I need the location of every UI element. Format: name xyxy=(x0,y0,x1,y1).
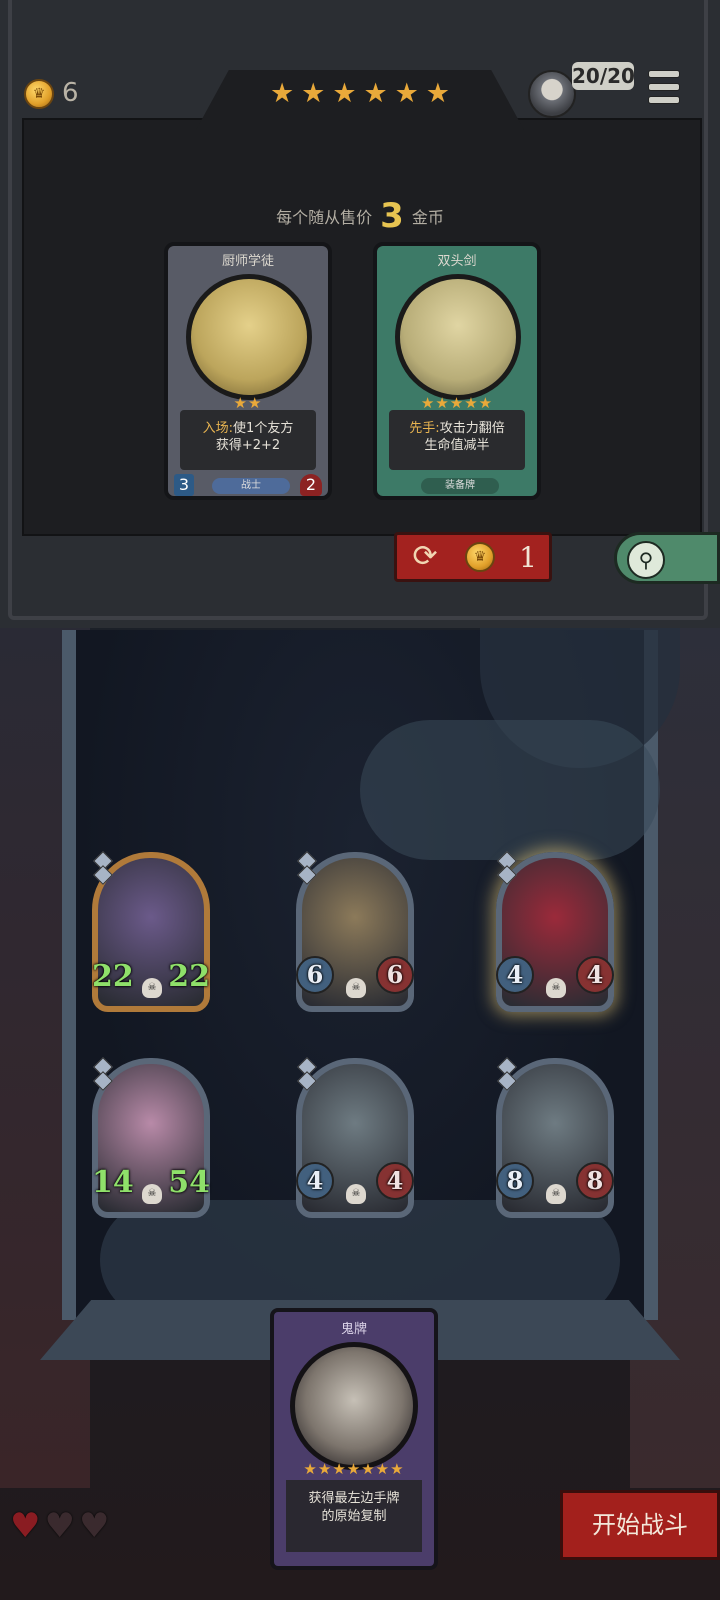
card-art xyxy=(186,274,312,400)
player-avatar[interactable] xyxy=(528,70,576,118)
card-stars: ★★★★★★★ xyxy=(303,1460,405,1478)
sale-suffix: 金币 xyxy=(411,208,444,227)
minion-health: 8 xyxy=(576,1162,614,1200)
card-text-line2: 的原始复制 xyxy=(321,1509,387,1524)
star-icon: ★ xyxy=(332,78,357,109)
minion-health: 4 xyxy=(376,1162,414,1200)
star-icon: ★ xyxy=(425,78,450,109)
minion-health: 6 xyxy=(376,956,414,994)
shop-card-chef-apprentice[interactable]: 厨师学徒 ★★ 入场:使1个友方 获得+2+2 3 战士 2 xyxy=(164,242,332,500)
refresh-cost: 1 xyxy=(519,540,537,574)
star-icon: ★ xyxy=(270,78,295,109)
sale-price: 3 xyxy=(380,196,404,236)
shop-card-double-sword[interactable]: 双头剑 ★★★★★ 先手:攻击力翻倍 生命值减半 装备牌 xyxy=(373,242,541,500)
board-minion[interactable]: ☠ 8 8 xyxy=(496,1057,614,1218)
heart-icon: ♥ xyxy=(78,1506,110,1546)
skull-icon: ☠ xyxy=(142,978,162,998)
minion-attack: 4 xyxy=(496,956,534,994)
turn-counter: 20/20 xyxy=(572,62,635,90)
minion-attack: 4 xyxy=(296,1162,334,1200)
cloud-decoration xyxy=(360,720,660,860)
board-minion[interactable]: ☠ 14 54 xyxy=(92,1057,210,1218)
minion-attack: 22 xyxy=(92,959,134,994)
gold-coin-icon: ♛ xyxy=(465,542,496,572)
tavern-tier-stars: ★ ★ ★ ★ ★ ★ xyxy=(270,78,450,110)
card-text-line1: 获得最左边手牌 xyxy=(308,1491,400,1506)
heart-icon: ♥ xyxy=(44,1506,75,1546)
hand-card-joker[interactable]: 鬼牌 ★★★★★★★ 获得最左边手牌 的原始复制 xyxy=(270,1308,438,1570)
board-minion[interactable]: ☠ 22 22 xyxy=(92,851,210,1012)
skull-icon: ☠ xyxy=(546,1184,566,1204)
gold-coin-icon: ♛ xyxy=(24,79,54,109)
card-text-line2: 获得+2+2 xyxy=(215,438,281,453)
star-icon: ★ xyxy=(301,78,326,109)
card-text-line2: 生命值减半 xyxy=(424,438,490,453)
card-type: 战士 xyxy=(212,478,290,494)
card-text-line1: 攻击力翻倍 xyxy=(439,421,505,436)
skull-icon: ☠ xyxy=(346,1184,366,1204)
card-attack: 3 xyxy=(174,474,194,496)
card-art xyxy=(395,274,521,400)
card-name: 厨师学徒 xyxy=(221,254,274,269)
sale-prefix: 每个随从售价 xyxy=(276,208,373,227)
minion-health: 54 xyxy=(168,1165,210,1200)
board-minion[interactable]: ☠ 4 4 xyxy=(296,1057,414,1218)
star-icon: ★ xyxy=(394,78,419,109)
card-description: 先手:攻击力翻倍 生命值减半 xyxy=(389,410,525,470)
minion-attack: 6 xyxy=(296,956,334,994)
card-art xyxy=(290,1342,418,1470)
start-battle-button[interactable]: 开始战斗 xyxy=(560,1490,720,1560)
heart-icon: ♥ xyxy=(10,1506,41,1546)
card-text-line1: 使1个友方 xyxy=(233,421,294,436)
refresh-icon: ⟳ xyxy=(412,539,438,574)
minion-attack: 14 xyxy=(92,1165,134,1200)
star-icon: ★ xyxy=(363,78,388,109)
minion-health: 22 xyxy=(168,959,210,994)
card-keyword: 先手: xyxy=(409,421,440,436)
card-description: 获得最左边手牌 的原始复制 xyxy=(286,1480,422,1552)
shop-card-area xyxy=(22,118,702,536)
menu-icon[interactable] xyxy=(648,70,680,104)
card-keyword: 入场: xyxy=(202,421,234,436)
board-minion[interactable]: ☠ 4 4 xyxy=(496,851,614,1012)
search-button[interactable]: ⚲ xyxy=(614,532,720,584)
minion-health: 4 xyxy=(576,956,614,994)
lives: ♥ ♥ ♥ xyxy=(10,1506,109,1546)
card-name: 鬼牌 xyxy=(340,1322,367,1337)
skull-icon: ☠ xyxy=(346,978,366,998)
minion-attack: 8 xyxy=(496,1162,534,1200)
sale-price-info: 每个随从售价 3 金币 xyxy=(0,196,720,236)
card-description: 入场:使1个友方 获得+2+2 xyxy=(180,410,316,470)
board-minion[interactable]: ☠ 6 6 xyxy=(296,851,414,1012)
card-name: 双头剑 xyxy=(437,254,477,269)
gold-count: 6 xyxy=(62,78,79,108)
skull-icon: ☠ xyxy=(142,1184,162,1204)
card-health: 2 xyxy=(300,474,322,496)
search-icon: ⚲ xyxy=(627,541,665,579)
refresh-shop-button[interactable]: ⟳ ♛ 1 xyxy=(394,532,552,582)
skull-icon: ☠ xyxy=(546,978,566,998)
card-type: 装备牌 xyxy=(421,478,499,494)
